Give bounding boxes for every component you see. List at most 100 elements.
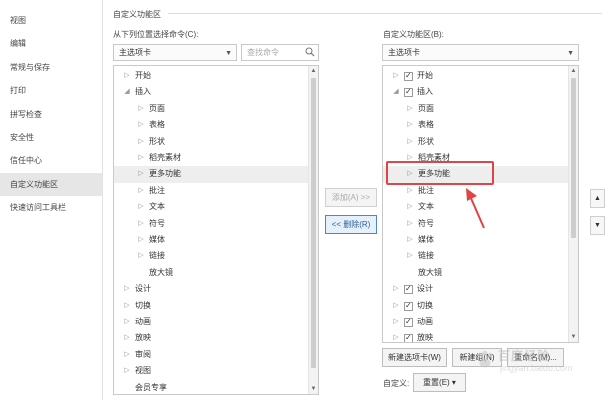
tree-item[interactable]: ▷ 形状 — [114, 134, 308, 150]
tree-item[interactable]: ▷ 链接 — [383, 248, 568, 264]
tree-item[interactable]: ▷ 符号 — [383, 216, 568, 232]
expand-right-icon[interactable]: ▷ — [136, 199, 146, 215]
expand-right-icon[interactable]: ▷ — [405, 183, 415, 199]
tree-item[interactable]: ▷ 文本 — [114, 199, 308, 215]
expand-right-icon[interactable]: ▷ — [136, 101, 146, 117]
expand-right-icon[interactable]: ▷ — [405, 101, 415, 117]
reset-dropdown-button[interactable]: 重置(E) ▾ — [413, 373, 466, 392]
tree-item[interactable]: ▷ 页面 — [114, 101, 308, 117]
tree-item[interactable]: 放大镜 — [114, 265, 308, 281]
tree-item[interactable]: 会员专享 — [114, 380, 308, 394]
expand-right-icon[interactable]: ▷ — [391, 68, 401, 84]
tree-item[interactable]: 放大镜 — [383, 265, 568, 281]
expand-right-icon[interactable]: ▷ — [391, 298, 401, 314]
tree-item[interactable]: ▷ 文本 — [383, 199, 568, 215]
tab-checkbox[interactable]: ✓ — [404, 284, 413, 295]
tab-checkbox[interactable]: ✓ — [404, 333, 413, 342]
tree-item[interactable]: ▷ 链接 — [114, 248, 308, 264]
nav-item[interactable]: 快速访问工具栏 — [0, 196, 102, 219]
nav-item[interactable]: 安全性 — [0, 126, 102, 149]
expand-right-icon[interactable]: ▷ — [122, 347, 132, 363]
expand-right-icon[interactable]: ▷ — [136, 150, 146, 166]
tab-checkbox[interactable]: ✓ — [404, 317, 413, 327]
expand-right-icon[interactable]: ▷ — [405, 199, 415, 215]
scroll-thumb[interactable] — [311, 78, 316, 368]
tree-item[interactable]: ▷ ✓ 放映 — [383, 330, 568, 342]
tree-item[interactable]: ▷ 开始 — [114, 68, 308, 84]
tree-item[interactable]: ▷ 视图 — [114, 363, 308, 379]
search-icon[interactable] — [305, 47, 315, 57]
tree-item[interactable]: ◢ ✓ 插入 — [383, 84, 568, 100]
tree-item[interactable]: ▷ 设计 — [114, 281, 308, 297]
nav-item[interactable]: 自定义功能区 — [0, 172, 102, 197]
command-search-input[interactable]: 查找命令 — [241, 44, 319, 61]
expand-right-icon[interactable]: ▷ — [405, 166, 415, 182]
available-commands-tree[interactable]: ▷ 开始 ◢ 插入 ▷ 页面 ▷ 表格 ▷ 形状 ▷ 稻壳素材 ▷ 更多功能 ▷ 批注 ▷ 文本 ▷ 符号 ▷ 媒体 ▷ 链接… — [113, 65, 319, 395]
move-up-button[interactable]: ▲ — [590, 189, 605, 208]
tab-checkbox[interactable]: ✓ — [404, 301, 413, 311]
expand-right-icon[interactable]: ▷ — [405, 232, 415, 248]
tree-item[interactable]: ▷ 页面 — [383, 101, 568, 117]
tree-item[interactable]: ▷ 批注 — [383, 183, 568, 199]
expand-right-icon[interactable]: ▷ — [136, 232, 146, 248]
nav-item[interactable]: 拼写检查 — [0, 103, 102, 126]
tree-item[interactable]: ▷ 媒体 — [114, 232, 308, 248]
expand-right-icon[interactable]: ▷ — [136, 134, 146, 150]
expand-right-icon[interactable]: ▷ — [136, 248, 146, 264]
new-tab-button[interactable]: 新建选项卡(W) — [382, 348, 447, 367]
expand-right-icon[interactable]: ▷ — [136, 183, 146, 199]
expand-right-icon[interactable]: ▷ — [391, 281, 401, 297]
expand-right-icon[interactable]: ▷ — [405, 248, 415, 264]
expand-right-icon[interactable]: ▷ — [405, 216, 415, 232]
vertical-scrollbar[interactable]: ▲ ▼ — [308, 66, 318, 394]
commands-source-select[interactable]: 主选项卡 ▼ — [113, 44, 237, 61]
tree-item[interactable]: ▷ 稻壳素材 — [114, 150, 308, 166]
expand-right-icon[interactable]: ▷ — [122, 68, 132, 84]
expand-right-icon[interactable]: ▷ — [136, 117, 146, 133]
expand-right-icon[interactable]: ▷ — [122, 281, 132, 297]
expand-right-icon[interactable]: ▷ — [391, 314, 401, 330]
ribbon-tabs-select[interactable]: 主选项卡 ▼ — [382, 44, 579, 61]
tree-item[interactable]: ▷ 动画 — [114, 314, 308, 330]
tree-item[interactable]: ▷ 表格 — [383, 117, 568, 133]
expand-right-icon[interactable]: ▷ — [391, 330, 401, 342]
expand-right-icon[interactable]: ▷ — [136, 216, 146, 232]
scroll-thumb[interactable] — [571, 78, 576, 238]
nav-item[interactable]: 信任中心 — [0, 149, 102, 172]
tree-item[interactable]: ▷ 审阅 — [114, 347, 308, 363]
tree-item[interactable]: ▷ ✓ 切换 — [383, 298, 568, 314]
tree-item[interactable]: ▷ 更多功能 — [114, 166, 308, 183]
scroll-up-icon[interactable]: ▲ — [309, 66, 318, 76]
tab-checkbox[interactable]: ✓ — [404, 87, 413, 98]
expand-right-icon[interactable]: ▷ — [122, 330, 132, 346]
scroll-down-icon[interactable]: ▼ — [309, 384, 318, 394]
rename-button[interactable]: 重命名(M)... — [507, 348, 564, 367]
nav-item[interactable]: 视图 — [0, 9, 102, 32]
remove-button[interactable]: << 删除(R) — [325, 215, 377, 234]
tab-checkbox[interactable]: ✓ — [404, 71, 413, 81]
expand-right-icon[interactable]: ▷ — [405, 117, 415, 133]
ribbon-tabs-tree[interactable]: ▷ ✓ 开始 ◢ ✓ 插入 ▷ 页面 ▷ 表格 ▷ 形状 ▷ 稻壳素材 ▷ 更多功能 ▷ 批注 ▷ 文本 ▷ 符号 ▷ 媒体 ▷… — [382, 65, 579, 343]
expand-right-icon[interactable]: ▷ — [122, 298, 132, 314]
tree-item[interactable]: ▷ ✓ 设计 — [383, 281, 568, 297]
tree-item[interactable]: ▷ 媒体 — [383, 232, 568, 248]
tree-item[interactable]: ▷ 形状 — [383, 134, 568, 150]
tree-item[interactable]: ▷ 表格 — [114, 117, 308, 133]
tree-item[interactable]: ▷ 稻壳素材 — [383, 150, 568, 166]
expand-right-icon[interactable]: ▷ — [136, 166, 146, 182]
move-down-button[interactable]: ▼ — [590, 216, 605, 235]
nav-item[interactable]: 编辑 — [0, 32, 102, 55]
tree-item[interactable]: ▷ 批注 — [114, 183, 308, 199]
tree-item[interactable]: ▷ 放映 — [114, 330, 308, 346]
expand-right-icon[interactable]: ▷ — [405, 150, 415, 166]
nav-item[interactable]: 常规与保存 — [0, 56, 102, 79]
scroll-down-icon[interactable]: ▼ — [569, 332, 578, 342]
expand-down-icon[interactable]: ◢ — [391, 84, 401, 100]
expand-right-icon[interactable]: ▷ — [122, 314, 132, 330]
tree-item[interactable]: ▷ 符号 — [114, 216, 308, 232]
vertical-scrollbar[interactable]: ▲ ▼ — [568, 66, 578, 342]
tree-item[interactable]: ▷ ✓ 开始 — [383, 68, 568, 84]
expand-right-icon[interactable]: ▷ — [405, 134, 415, 150]
nav-item[interactable]: 打印 — [0, 79, 102, 102]
new-group-button[interactable]: 新建组(N) — [452, 348, 502, 367]
